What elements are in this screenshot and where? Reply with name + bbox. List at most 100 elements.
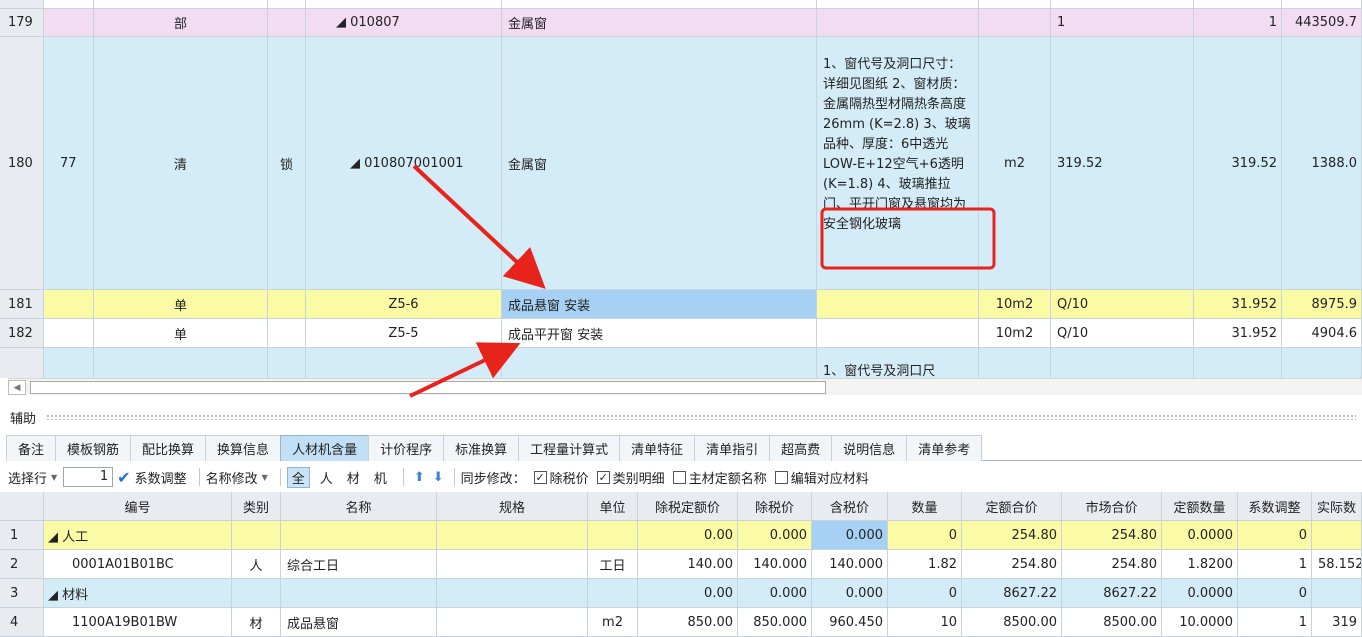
column-header-tax-price[interactable]: 含税价: [812, 492, 888, 521]
type-cell[interactable]: [94, 348, 268, 378]
column-header-base-qty[interactable]: 定额数量: [1162, 492, 1238, 521]
tab-description[interactable]: 说明信息: [831, 435, 908, 461]
name-cell[interactable]: [281, 579, 437, 608]
spec-cell[interactable]: [437, 521, 588, 550]
table-row[interactable]: 180 77 清 锁 ◢ 010807001001 金属窗 1、窗代号及洞口尺寸…: [0, 37, 1362, 290]
table-row[interactable]: 179 部 ◢ 010807 金属窗 1 1 443509.7: [0, 9, 1362, 37]
name-cell[interactable]: 金属窗: [502, 9, 817, 37]
coef-cell[interactable]: 1: [1238, 608, 1312, 637]
price-cell[interactable]: 1388.0: [1282, 37, 1362, 290]
column-header-coef[interactable]: 系数调整: [1238, 492, 1312, 521]
qty-cell[interactable]: 31.952: [1194, 319, 1282, 348]
quantity-cell[interactable]: 0: [888, 579, 962, 608]
lock-cell[interactable]: [268, 290, 306, 319]
name-cell-selected[interactable]: 成品悬窗 安装: [502, 290, 817, 319]
seq-cell[interactable]: [44, 348, 94, 378]
expr-cell[interactable]: 1: [1051, 9, 1194, 37]
market-total-cell[interactable]: 254.80: [1062, 550, 1162, 579]
group-code-cell[interactable]: ◢ 材料: [44, 579, 232, 608]
lock-cell[interactable]: [268, 9, 306, 37]
unit-cell[interactable]: 10m2: [979, 319, 1051, 348]
seq-cell[interactable]: [44, 290, 94, 319]
type-cell[interactable]: 单: [94, 290, 268, 319]
market-total-cell[interactable]: 8500.00: [1062, 608, 1162, 637]
unit-cell[interactable]: [588, 579, 638, 608]
base-price-cell[interactable]: 0.00: [638, 579, 738, 608]
column-header-actual[interactable]: 实际数: [1312, 492, 1362, 521]
tab-bill-features[interactable]: 清单特征: [619, 435, 696, 461]
code-cell[interactable]: 1100A19B01BW: [44, 608, 232, 637]
price-cell[interactable]: 443509.7: [1282, 9, 1362, 37]
table-row[interactable]: 3 ◢ 材料 0.00 0.000 0.000 0 8627.22 8627.2…: [0, 579, 1362, 608]
code-cell[interactable]: 0001A01B01BC: [44, 550, 232, 579]
column-header-unit[interactable]: 单位: [588, 492, 638, 521]
main-material-checkbox[interactable]: 主材定额名称: [671, 468, 767, 487]
tab-formwork-rebar[interactable]: 模板钢筋: [55, 435, 132, 461]
tax-price-checkbox[interactable]: ✓ 除税价: [532, 468, 589, 487]
column-header-base-total[interactable]: 定额合价: [962, 492, 1062, 521]
lock-cell[interactable]: [268, 319, 306, 348]
code-cell[interactable]: ◢ 010807001001: [306, 37, 502, 290]
market-total-cell[interactable]: 8627.22: [1062, 579, 1162, 608]
spec-cell[interactable]: [437, 608, 588, 637]
column-header-notax-price[interactable]: 除税价: [738, 492, 812, 521]
qty-cell[interactable]: 1: [1194, 9, 1282, 37]
feature-cell[interactable]: [817, 319, 979, 348]
base-total-cell[interactable]: 8500.00: [962, 608, 1062, 637]
name-cell[interactable]: 综合工日: [281, 550, 437, 579]
tax-price-cell[interactable]: 960.450: [812, 608, 888, 637]
filter-labor-button[interactable]: 人: [316, 468, 337, 487]
base-total-cell[interactable]: 254.80: [962, 550, 1062, 579]
name-cell[interactable]: 成品平开窗 安装: [502, 319, 817, 348]
group-code-cell[interactable]: ◢ 人工: [44, 521, 232, 550]
drag-grip[interactable]: [46, 414, 1356, 420]
category-cell[interactable]: 材: [232, 608, 281, 637]
qty-cell[interactable]: 31.952: [1194, 290, 1282, 319]
category-detail-checkbox[interactable]: ✓ 类别明细: [595, 468, 665, 487]
spec-cell[interactable]: [437, 579, 588, 608]
tax-price-cell[interactable]: 140.000: [812, 550, 888, 579]
name-cell[interactable]: 金属窗: [502, 37, 817, 290]
name-cell[interactable]: 成品悬窗: [281, 608, 437, 637]
type-cell[interactable]: 部: [94, 9, 268, 37]
actual-cell[interactable]: [1312, 521, 1362, 550]
code-cell[interactable]: Z5-5: [306, 319, 502, 348]
tax-price-cell[interactable]: 0.000: [812, 579, 888, 608]
coef-adjust-button[interactable]: ✔ 系数调整: [117, 468, 186, 487]
base-qty-cell[interactable]: 0.0000: [1162, 521, 1238, 550]
tab-height-fee[interactable]: 超高费: [769, 435, 833, 461]
qty-cell[interactable]: [1194, 348, 1282, 378]
unit-cell[interactable]: [979, 348, 1051, 378]
table-row[interactable]: 182 单 Z5-5 成品平开窗 安装 10m2 Q/10 31.952 490…: [0, 319, 1362, 348]
type-cell[interactable]: 清: [94, 37, 268, 290]
category-cell[interactable]: [232, 579, 281, 608]
code-cell[interactable]: [306, 348, 502, 378]
category-cell[interactable]: [232, 521, 281, 550]
select-row-dropdown[interactable]: 选择行 ▼: [8, 468, 57, 487]
seq-cell[interactable]: [44, 319, 94, 348]
column-header-code[interactable]: 编号: [44, 492, 232, 521]
unit-cell[interactable]: [588, 521, 638, 550]
filter-machine-button[interactable]: 机: [370, 468, 391, 487]
table-row[interactable]: 2 0001A01B01BC 人 综合工日 工日 140.00 140.000 …: [0, 550, 1362, 579]
name-cell[interactable]: [502, 348, 817, 378]
name-cell[interactable]: [281, 521, 437, 550]
table-row[interactable]: 4 1100A19B01BW 材 成品悬窗 m2 850.00 850.000 …: [0, 608, 1362, 637]
feature-cell[interactable]: 1、窗代号及洞口尺寸：详细见图纸 2、窗材质：金属隔热型材隔热条高度26mm (…: [817, 37, 979, 290]
base-price-cell[interactable]: 0.00: [638, 521, 738, 550]
horizontal-scrollbar[interactable]: ◀: [8, 378, 1362, 395]
move-up-icon[interactable]: ⬆: [414, 470, 425, 485]
table-row[interactable]: 181 单 Z5-6 成品悬窗 安装 10m2 Q/10 31.952 8975…: [0, 290, 1362, 319]
name-modify-dropdown[interactable]: 名称修改 ▼: [206, 468, 268, 487]
seq-cell[interactable]: 77: [44, 37, 94, 290]
tab-labor-material-machine[interactable]: 人材机含量: [280, 435, 370, 461]
tab-bill-reference[interactable]: 清单参考: [906, 435, 983, 461]
quantity-cell[interactable]: 0: [888, 521, 962, 550]
tab-conversion-info[interactable]: 换算信息: [205, 435, 282, 461]
lock-cell[interactable]: [268, 348, 306, 378]
price-cell[interactable]: [1282, 348, 1362, 378]
notax-price-cell[interactable]: 140.000: [738, 550, 812, 579]
coef-cell[interactable]: 1: [1238, 550, 1312, 579]
unit-cell[interactable]: m2: [588, 608, 638, 637]
category-cell[interactable]: 人: [232, 550, 281, 579]
